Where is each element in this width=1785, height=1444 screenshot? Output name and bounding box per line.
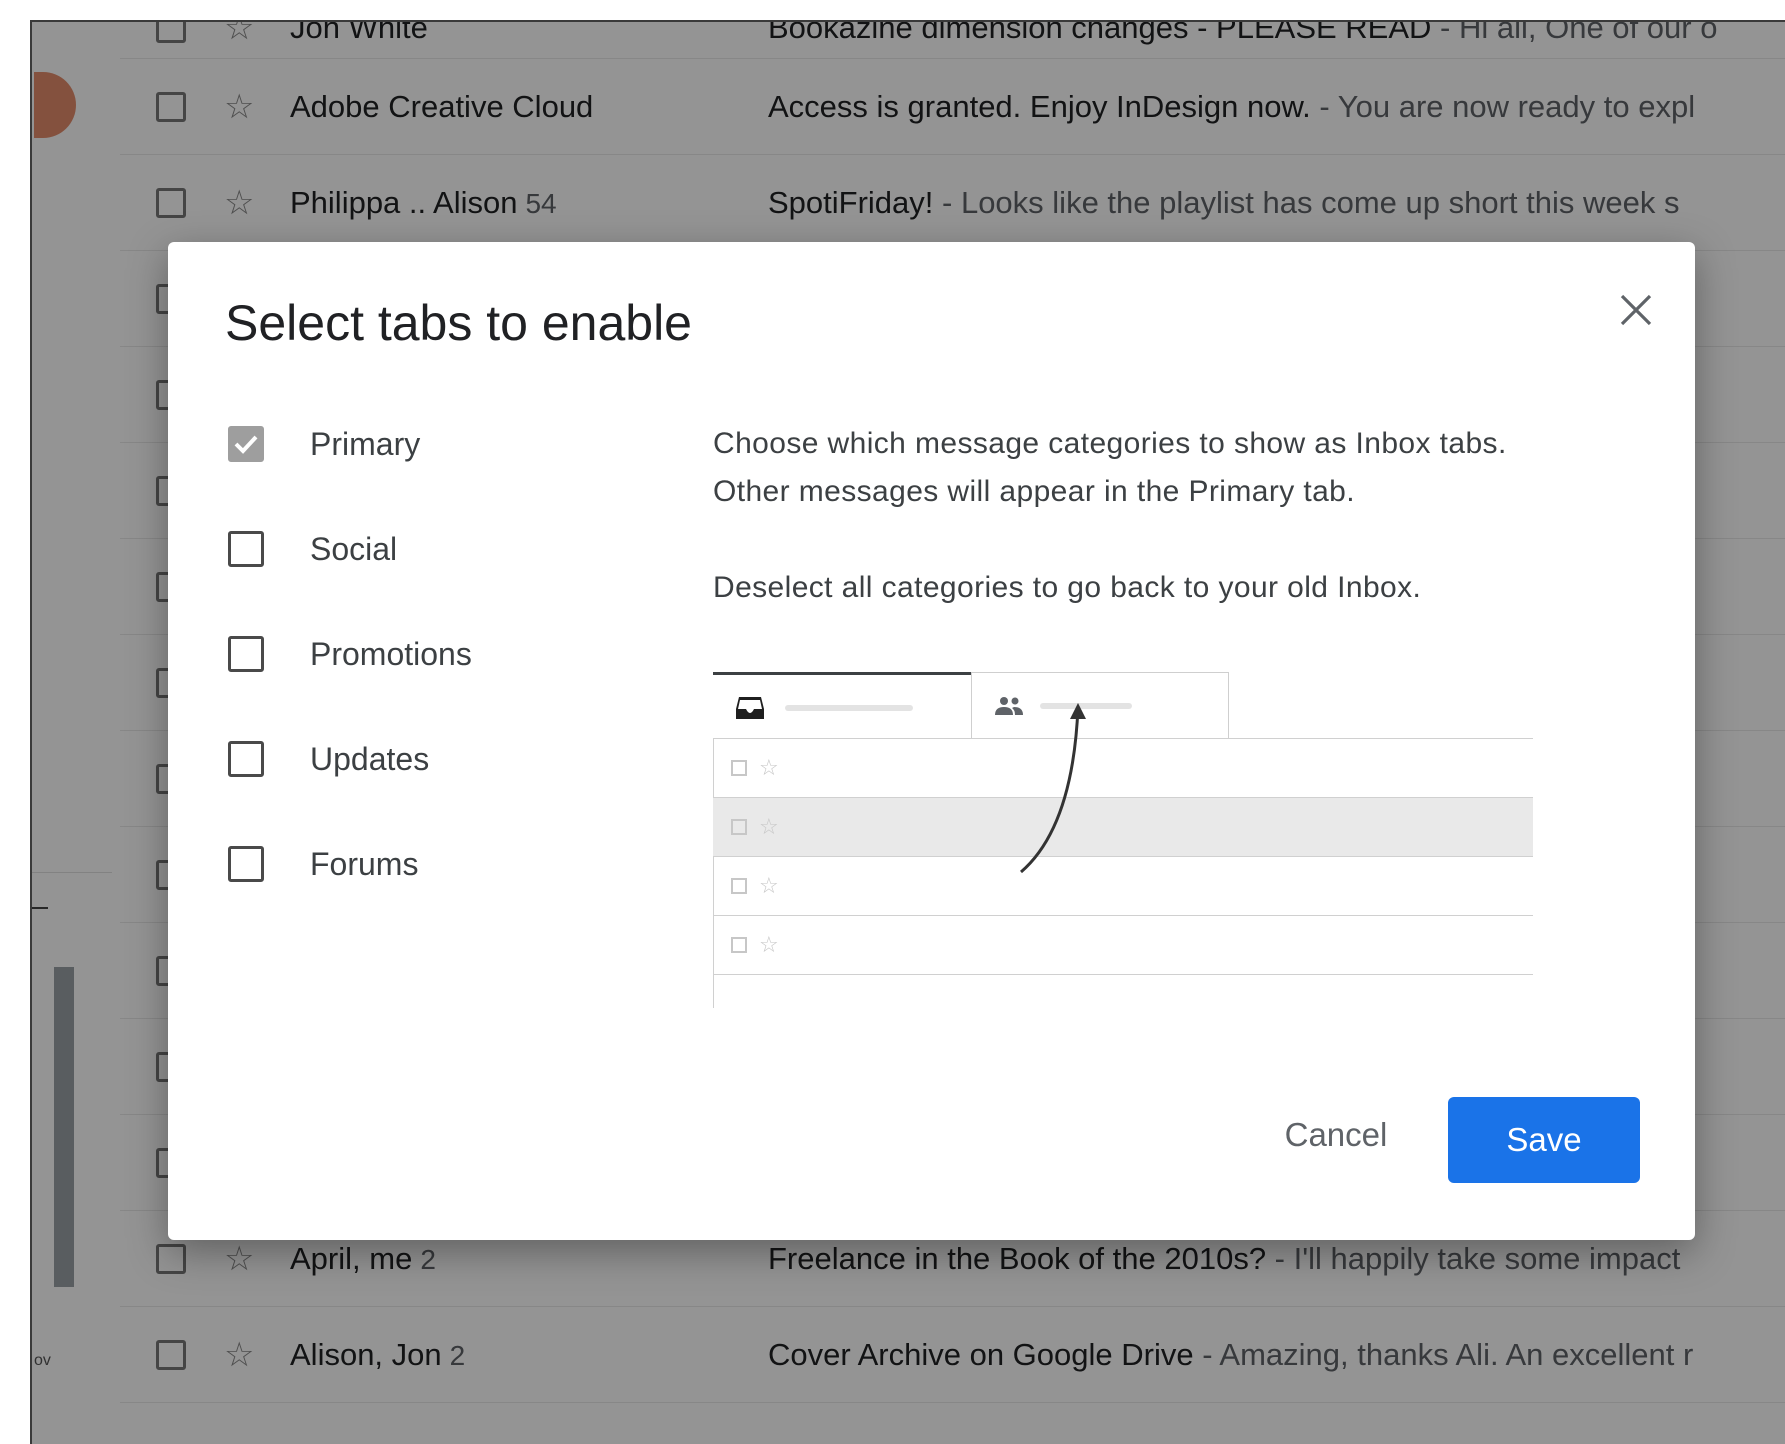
category-forums[interactable]: Forums [228, 842, 472, 947]
checkbox-icon [731, 878, 747, 894]
inbox-icon [736, 697, 764, 719]
select-tabs-dialog: Select tabs to enable Primary Social Promo… [168, 242, 1695, 1240]
illustration-rows: ☆ ☆ ☆ ☆ [713, 738, 1533, 976]
illustration-row: ☆ [713, 738, 1533, 797]
category-label: Updates [310, 741, 430, 777]
category-list: Primary Social Promotions Updates Forums [228, 422, 472, 947]
save-button[interactable]: Save [1448, 1097, 1640, 1183]
illustration-row: ☆ [713, 915, 1533, 974]
category-updates[interactable]: Updates [228, 737, 472, 842]
cancel-button[interactable]: Cancel [1268, 1092, 1404, 1178]
close-icon [1620, 294, 1652, 326]
category-label: Forums [310, 846, 419, 882]
illustration-row-end [713, 974, 1533, 976]
star-icon: ☆ [759, 755, 779, 780]
checkbox-icon [731, 819, 747, 835]
star-icon: ☆ [759, 932, 779, 957]
inbox-tabs-illustration: ☆ ☆ ☆ ☆ [713, 672, 1533, 1012]
illustration-tab-line [785, 705, 913, 711]
illustration-primary-tab [713, 672, 971, 738]
category-checkbox[interactable] [228, 741, 264, 777]
category-label: Promotions [310, 636, 472, 672]
category-checkbox[interactable] [228, 846, 264, 882]
close-button[interactable] [1608, 282, 1664, 338]
category-primary[interactable]: Primary [228, 422, 472, 527]
checkbox-icon [731, 937, 747, 953]
category-label: Primary [310, 426, 421, 462]
category-social[interactable]: Social [228, 527, 472, 632]
category-checkbox[interactable] [228, 636, 264, 672]
dialog-description: Choose which message categories to show … [713, 427, 1507, 508]
category-promotions[interactable]: Promotions [228, 632, 472, 737]
star-icon: ☆ [759, 814, 779, 839]
category-checkbox[interactable] [228, 426, 264, 462]
illustration-row: ☆ [713, 797, 1533, 856]
dialog-description-2: Deselect all categories to go back to yo… [713, 571, 1422, 604]
illustration-row: ☆ [713, 856, 1533, 915]
category-label: Social [310, 531, 398, 567]
checkbox-icon [731, 760, 747, 776]
star-icon: ☆ [759, 873, 779, 898]
dialog-title: Select tabs to enable [225, 295, 692, 351]
category-checkbox[interactable] [228, 531, 264, 567]
checkmark-icon [234, 435, 258, 454]
arrow-icon [1020, 703, 1086, 874]
